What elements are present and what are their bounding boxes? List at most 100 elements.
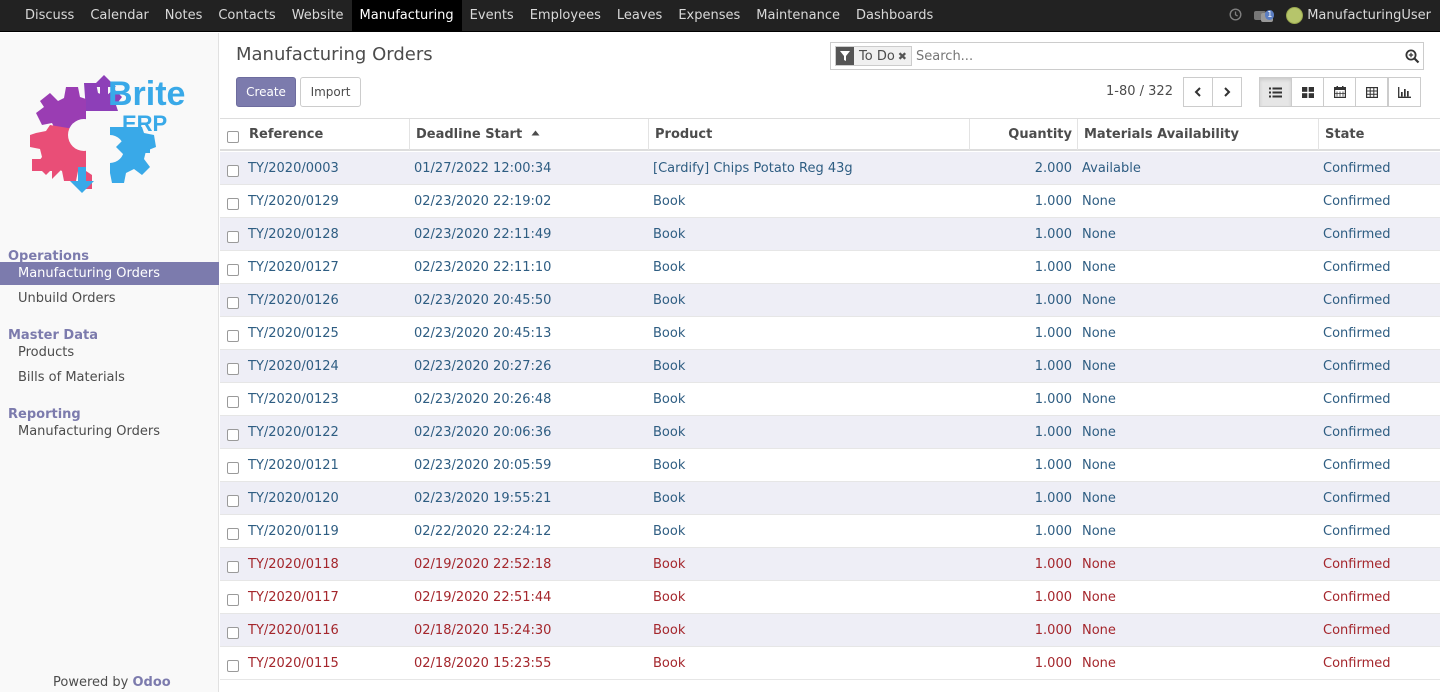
row-checkbox[interactable]: [227, 264, 239, 276]
table-row[interactable]: TY/2020/0126 02/23/2020 20:45:50 Book 1.000…: [220, 284, 1440, 317]
cell-materials-availability: None: [1082, 359, 1116, 374]
topmenu-item-maintenance[interactable]: Maintenance: [748, 0, 848, 32]
topmenu-item-manufacturing[interactable]: Manufacturing: [351, 0, 462, 32]
row-checkbox[interactable]: [227, 297, 239, 309]
table-row[interactable]: TY/2020/0128 02/23/2020 22:11:49 Book 1.000…: [220, 218, 1440, 251]
odoo-link[interactable]: Odoo: [133, 675, 171, 690]
brite-erp-logo[interactable]: Brite ERP: [26, 71, 196, 201]
cell-reference: TY/2020/0125: [248, 326, 339, 341]
cell-materials-availability: None: [1082, 557, 1116, 572]
cell-product: Book: [653, 491, 686, 506]
cell-deadline-start: 02/23/2020 20:27:26: [414, 359, 552, 374]
topmenu-item-leaves[interactable]: Leaves: [609, 0, 670, 32]
column-header-materials-availability[interactable]: Materials Availability: [1077, 119, 1318, 150]
cell-state: Confirmed: [1323, 227, 1391, 242]
table-row[interactable]: TY/2020/0121 02/23/2020 20:05:59 Book 1.000…: [220, 449, 1440, 482]
topmenu-item-calendar[interactable]: Calendar: [82, 0, 156, 32]
row-checkbox[interactable]: [227, 165, 239, 177]
topmenu-item-dashboards[interactable]: Dashboards: [848, 0, 941, 32]
cell-state: Confirmed: [1323, 392, 1391, 407]
row-checkbox[interactable]: [227, 495, 239, 507]
row-checkbox[interactable]: [227, 627, 239, 639]
column-header-deadline-start[interactable]: Deadline Start: [409, 119, 648, 150]
row-checkbox[interactable]: [227, 462, 239, 474]
column-header-reference[interactable]: Reference: [243, 119, 411, 150]
table-row[interactable]: TY/2020/0123 02/23/2020 20:26:48 Book 1.000…: [220, 383, 1440, 416]
list-view-button[interactable]: [1259, 77, 1292, 107]
cell-quantity: 1.000: [1034, 623, 1072, 638]
select-all-checkbox[interactable]: [227, 131, 239, 143]
pager-value[interactable]: 1-80 / 322: [1106, 84, 1173, 99]
table-row[interactable]: TY/2020/0120 02/23/2020 19:55:21 Book 1.000…: [220, 482, 1440, 515]
row-checkbox[interactable]: [227, 429, 239, 441]
row-checkbox[interactable]: [227, 363, 239, 375]
table-row[interactable]: TY/2020/0115 02/18/2020 15:23:55 Book 1.000…: [220, 647, 1440, 680]
powered-by: Powered by Odoo: [53, 675, 171, 690]
row-checkbox[interactable]: [227, 198, 239, 210]
cell-deadline-start: 02/18/2020 15:24:30: [414, 623, 552, 638]
cell-materials-availability: None: [1082, 326, 1116, 341]
create-button[interactable]: Create: [236, 77, 296, 107]
column-header-product[interactable]: Product: [648, 119, 969, 150]
cell-deadline-start: 02/22/2020 22:24:12: [414, 524, 552, 539]
sidebar-item-reporting-manufacturing-orders[interactable]: Manufacturing Orders: [0, 420, 219, 443]
topmenu-item-discuss[interactable]: Discuss: [17, 0, 82, 32]
table-row[interactable]: TY/2020/0127 02/23/2020 22:11:10 Book 1.000…: [220, 251, 1440, 284]
cell-state: Confirmed: [1323, 524, 1391, 539]
sidebar-item-master-data-bills-of-materials[interactable]: Bills of Materials: [0, 366, 219, 389]
cell-reference: TY/2020/0116: [248, 623, 339, 638]
topmenu-item-expenses[interactable]: Expenses: [670, 0, 748, 32]
search-input[interactable]: [916, 48, 1401, 64]
search-icon[interactable]: [1401, 49, 1423, 64]
cell-reference: TY/2020/0120: [248, 491, 339, 506]
activity-clock-icon[interactable]: [1229, 7, 1242, 24]
topmenu-item-contacts[interactable]: Contacts: [210, 0, 283, 32]
user-name[interactable]: ManufacturingUser: [1307, 8, 1431, 23]
cell-reference: TY/2020/0117: [248, 590, 339, 605]
row-checkbox[interactable]: [227, 561, 239, 573]
table-row[interactable]: TY/2020/0119 02/22/2020 22:24:12 Book 1.000…: [220, 515, 1440, 548]
cell-materials-availability: None: [1082, 623, 1116, 638]
topmenu-item-events[interactable]: Events: [462, 0, 522, 32]
table-row[interactable]: TY/2020/0003 01/27/2022 12:00:34 [Cardify]…: [220, 152, 1440, 185]
calendar-view-button[interactable]: [1323, 77, 1356, 107]
table-row[interactable]: TY/2020/0129 02/23/2020 22:19:02 Book 1.000…: [220, 185, 1440, 218]
sidebar-item-master-data-products[interactable]: Products: [0, 341, 219, 364]
row-checkbox[interactable]: [227, 330, 239, 342]
table-row[interactable]: TY/2020/0122 02/23/2020 20:06:36 Book 1.000…: [220, 416, 1440, 449]
import-button[interactable]: Import: [300, 77, 361, 107]
cell-state: Confirmed: [1323, 326, 1391, 341]
column-header-quantity[interactable]: Quantity: [969, 119, 1077, 150]
cell-product: Book: [653, 359, 686, 374]
cell-state: Confirmed: [1323, 293, 1391, 308]
cell-quantity: 1.000: [1034, 392, 1072, 407]
pager-next-button[interactable]: [1212, 77, 1242, 107]
graph-view-button[interactable]: [1388, 77, 1421, 107]
kanban-view-button[interactable]: [1291, 77, 1324, 107]
column-header-state[interactable]: State: [1318, 119, 1440, 150]
sidebar-item-operations-unbuild-orders[interactable]: Unbuild Orders: [0, 287, 219, 310]
table-row[interactable]: TY/2020/0116 02/18/2020 15:24:30 Book 1.000…: [220, 614, 1440, 647]
table-row[interactable]: TY/2020/0118 02/19/2020 22:52:18 Book 1.000…: [220, 548, 1440, 581]
topmenu-item-notes[interactable]: Notes: [157, 0, 211, 32]
user-avatar[interactable]: [1286, 7, 1304, 24]
calendar-view-icon: [1333, 86, 1346, 98]
row-checkbox[interactable]: [227, 660, 239, 672]
table-row[interactable]: TY/2020/0117 02/19/2020 22:51:44 Book 1.000…: [220, 581, 1440, 614]
chat-messages-icon[interactable]: 1: [1254, 9, 1275, 22]
row-checkbox[interactable]: [227, 396, 239, 408]
pager-previous-button[interactable]: [1183, 77, 1213, 107]
pivot-view-button[interactable]: [1355, 77, 1388, 107]
row-checkbox[interactable]: [227, 231, 239, 243]
table-row[interactable]: TY/2020/0124 02/23/2020 20:27:26 Book 1.000…: [220, 350, 1440, 383]
topmenu-item-website[interactable]: Website: [284, 0, 352, 32]
cell-quantity: 1.000: [1034, 260, 1072, 275]
table-row[interactable]: TY/2020/0125 02/23/2020 20:45:13 Book 1.000…: [220, 317, 1440, 350]
row-checkbox[interactable]: [227, 528, 239, 540]
cell-quantity: 1.000: [1034, 557, 1072, 572]
cell-deadline-start: 02/19/2020 22:52:18: [414, 557, 552, 572]
topmenu-item-employees[interactable]: Employees: [522, 0, 609, 32]
remove-facet-icon[interactable]: ✖: [898, 50, 911, 63]
row-checkbox[interactable]: [227, 594, 239, 606]
sidebar-item-operations-manufacturing-orders[interactable]: Manufacturing Orders: [0, 262, 219, 285]
